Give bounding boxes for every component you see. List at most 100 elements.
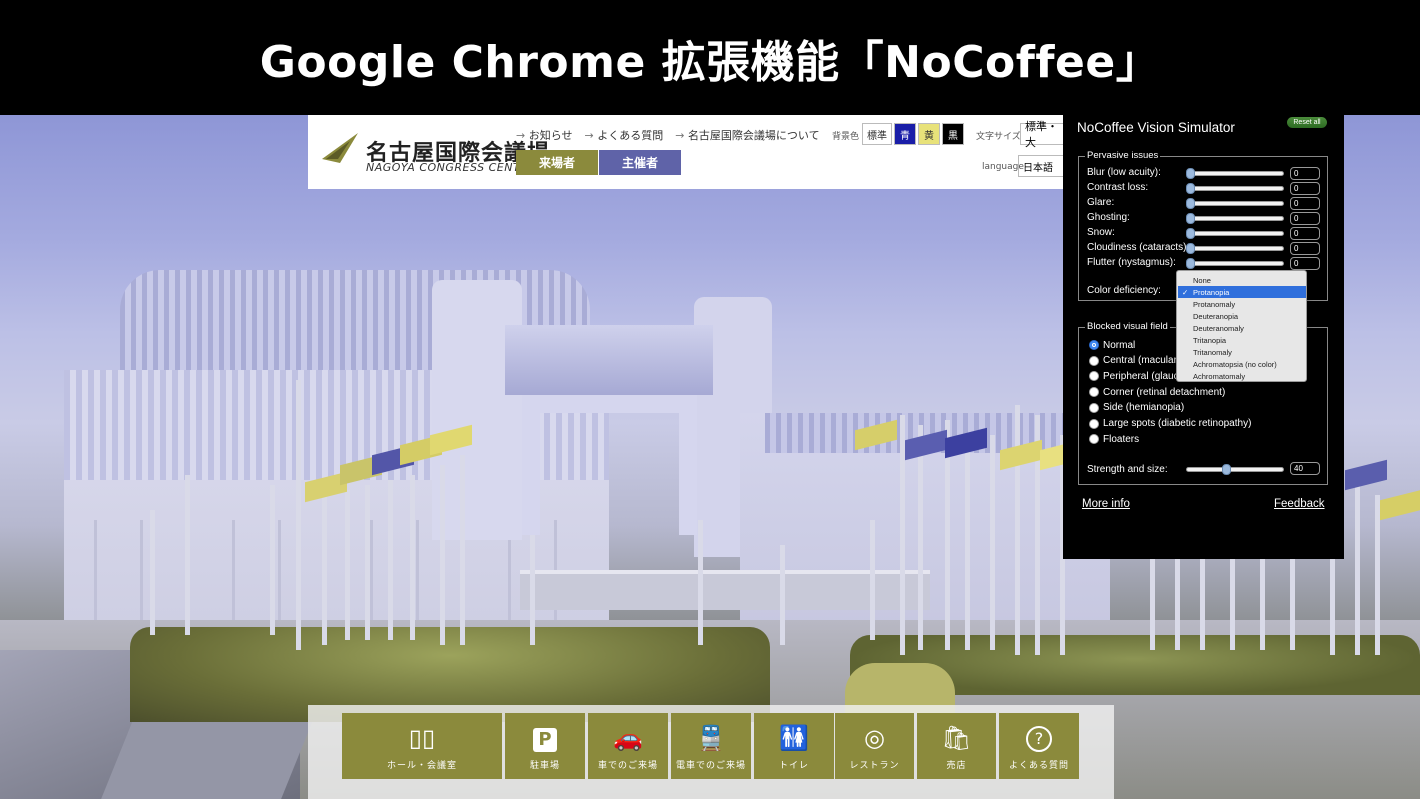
- restroom-icon: 🚻: [779, 724, 809, 752]
- tile-car[interactable]: 🚗 車でのご来場: [588, 713, 668, 779]
- building-bridge: [505, 325, 713, 395]
- nav-link-faq[interactable]: よくある質問: [585, 127, 663, 143]
- radio-label: Floaters: [1103, 433, 1140, 445]
- tile-parking[interactable]: P 駐車場: [505, 713, 585, 779]
- radio-button[interactable]: [1089, 402, 1099, 413]
- slider-track[interactable]: [1186, 183, 1284, 194]
- more-info-link[interactable]: More info: [1082, 498, 1130, 510]
- slider-thumb[interactable]: [1186, 228, 1195, 239]
- color-deficiency-label: Color deficiency:: [1087, 285, 1161, 296]
- radio-button[interactable]: [1089, 418, 1099, 429]
- slider-value-input[interactable]: 0: [1290, 212, 1320, 225]
- slider-value-input[interactable]: 0: [1290, 227, 1320, 240]
- blocked-field-legend: Blocked visual field: [1085, 321, 1170, 332]
- flagpole: [1015, 405, 1020, 655]
- blocked-field-option[interactable]: Floaters: [1089, 432, 1139, 446]
- radio-button[interactable]: [1089, 371, 1099, 382]
- flagpole: [388, 480, 393, 640]
- tile-restroom[interactable]: 🚻 トイレ: [754, 713, 834, 779]
- dropdown-option[interactable]: Deuteranomaly: [1178, 322, 1306, 334]
- organizer-button[interactable]: 主催者: [599, 150, 681, 175]
- flag: [1380, 489, 1420, 521]
- radio-button[interactable]: [1089, 340, 1099, 350]
- feedback-link[interactable]: Feedback: [1274, 498, 1325, 510]
- building-entrance: [520, 570, 930, 610]
- dropdown-option[interactable]: Achromatomaly: [1178, 370, 1306, 382]
- font-size-select[interactable]: 標準・大: [1020, 120, 1068, 149]
- dropdown-option[interactable]: None: [1178, 274, 1306, 286]
- dropdown-option[interactable]: Protanopia: [1178, 286, 1306, 298]
- bg-blue-button[interactable]: 青: [894, 123, 916, 145]
- slider-track[interactable]: [1186, 243, 1284, 254]
- language-select[interactable]: 日本語: [1018, 155, 1068, 177]
- strength-input[interactable]: 40: [1290, 462, 1320, 475]
- slider-track[interactable]: [1186, 228, 1284, 239]
- slider-thumb[interactable]: [1186, 183, 1195, 194]
- header-nav: お知らせ よくある質問 名古屋国際会議場について: [516, 127, 820, 143]
- flagpole: [270, 485, 275, 635]
- radio-button[interactable]: [1089, 355, 1099, 366]
- strength-slider[interactable]: [1186, 464, 1284, 475]
- bg-yellow-button[interactable]: 黄: [918, 123, 940, 145]
- flagpole: [185, 475, 190, 635]
- flagpole: [965, 440, 970, 650]
- dropdown-option[interactable]: Protanomaly: [1178, 298, 1306, 310]
- blocked-field-option[interactable]: Side (hemianopia): [1089, 401, 1184, 415]
- slider-track[interactable]: [1186, 198, 1284, 209]
- slider-value-input[interactable]: 0: [1290, 197, 1320, 210]
- flagpole: [150, 510, 155, 635]
- door-icon: ▯▯: [408, 724, 436, 752]
- dropdown-option[interactable]: Achromatopsia (no color): [1178, 358, 1306, 370]
- blocked-field-option[interactable]: Corner (retinal detachment): [1089, 385, 1225, 399]
- slider-thumb[interactable]: [1186, 168, 1195, 179]
- flagpole: [345, 490, 350, 640]
- radio-label: Side (hemianopia): [1103, 402, 1185, 414]
- bg-black-button[interactable]: 黒: [942, 123, 964, 145]
- bg-color-label: 背景色: [832, 132, 860, 142]
- slider-label: Flutter (nystagmus):: [1087, 257, 1176, 268]
- slider-label: Blur (low acuity):: [1087, 167, 1161, 178]
- dropdown-option[interactable]: Tritanopia: [1178, 334, 1306, 346]
- slider-value-input[interactable]: 0: [1290, 257, 1320, 270]
- tile-hall[interactable]: ▯▯ ホール・会議室: [342, 713, 502, 779]
- flagpole: [322, 485, 327, 645]
- reset-all-button[interactable]: Reset all: [1287, 117, 1327, 128]
- slider-thumb[interactable]: [1186, 198, 1195, 209]
- building-tower-left: [432, 280, 522, 540]
- slider-thumb[interactable]: [1186, 258, 1195, 269]
- slider-label: Glare:: [1087, 197, 1115, 208]
- tile-train[interactable]: 🚆 電車でのご来場: [671, 713, 751, 779]
- flagpole: [990, 435, 995, 650]
- slider-value-input[interactable]: 0: [1290, 167, 1320, 180]
- slider-value-input[interactable]: 0: [1290, 242, 1320, 255]
- slider-track[interactable]: [1186, 258, 1284, 269]
- flag: [1345, 459, 1387, 491]
- dropdown-option[interactable]: Deuteranopia: [1178, 310, 1306, 322]
- slider-track[interactable]: [1186, 213, 1284, 224]
- parking-icon: P: [533, 728, 557, 752]
- panel-title: NoCoffee Vision Simulator: [1077, 120, 1235, 135]
- blocked-field-option[interactable]: Large spots (diabetic retinopathy): [1089, 417, 1251, 431]
- dropdown-option[interactable]: Tritanomaly: [1178, 346, 1306, 358]
- slider-track[interactable]: [1186, 168, 1284, 179]
- tile-faq[interactable]: ? よくある質問: [999, 713, 1079, 779]
- blocked-field-option[interactable]: Normal: [1089, 338, 1135, 352]
- radio-button[interactable]: [1089, 434, 1099, 445]
- slider-thumb[interactable]: [1186, 213, 1195, 224]
- nav-link-news[interactable]: お知らせ: [516, 127, 573, 143]
- strength-slider-thumb[interactable]: [1222, 464, 1231, 475]
- slider-label: Snow:: [1087, 227, 1115, 238]
- nav-link-about[interactable]: 名古屋国際会議場について: [675, 127, 820, 143]
- slider-thumb[interactable]: [1186, 243, 1195, 254]
- flagpole: [296, 380, 301, 650]
- visitor-button[interactable]: 来場者: [516, 150, 598, 175]
- bg-standard-button[interactable]: 標準: [862, 123, 892, 145]
- bottom-nav: ▯▯ ホール・会議室 P 駐車場 🚗 車でのご来場 🚆 電車でのご来場 🚻 トイ…: [308, 705, 1114, 799]
- color-deficiency-dropdown[interactable]: NoneProtanopiaProtanomalyDeuteranopiaDeu…: [1176, 270, 1307, 382]
- radio-button[interactable]: [1089, 387, 1099, 398]
- slider-value-input[interactable]: 0: [1290, 182, 1320, 195]
- tile-restaurant[interactable]: ◎ レストラン: [835, 713, 914, 779]
- flagpole: [918, 425, 923, 650]
- flagpole: [780, 545, 785, 645]
- tile-shop[interactable]: 🛍 売店: [917, 713, 996, 779]
